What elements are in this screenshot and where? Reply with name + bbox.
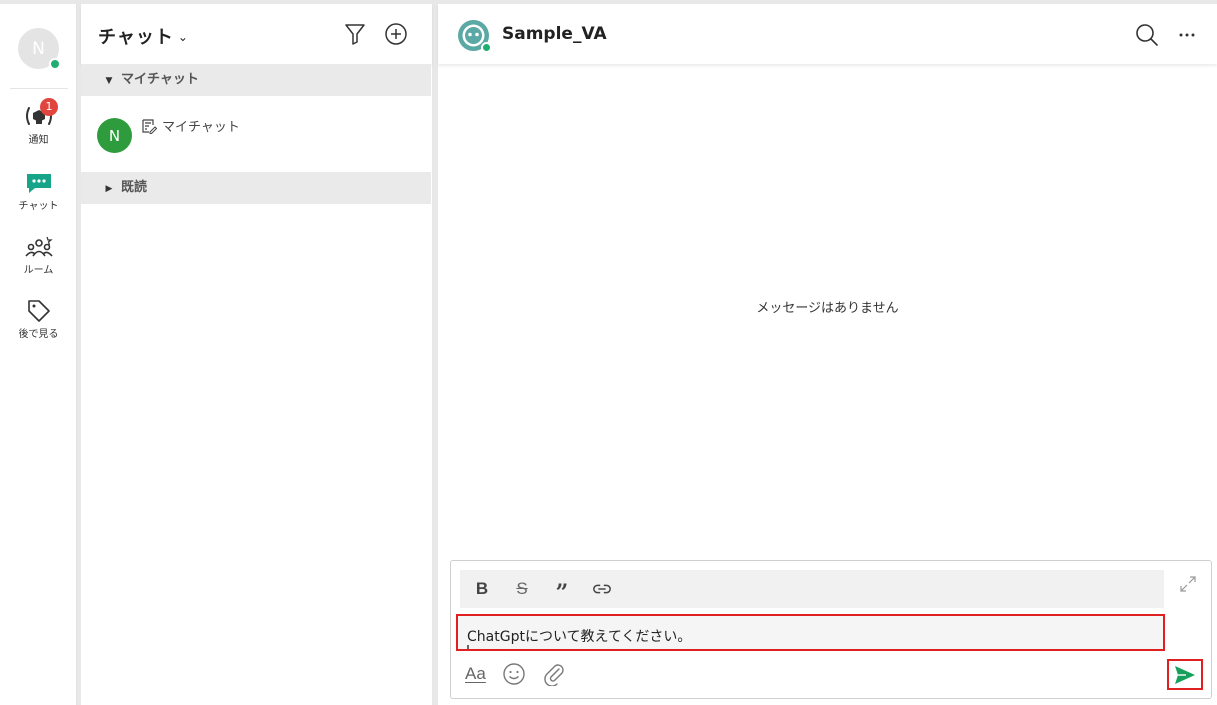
rail-item-label: 通知 xyxy=(28,135,49,146)
message-input-text: ChatGptについて教えてください。 xyxy=(467,629,692,645)
more-icon[interactable] xyxy=(1178,26,1196,44)
emoji-icon[interactable] xyxy=(502,662,526,686)
presence-indicator xyxy=(49,58,61,70)
rail-divider xyxy=(10,88,68,89)
send-icon xyxy=(1175,665,1195,684)
filter-icon[interactable] xyxy=(343,22,367,46)
chat-avatar-initial: N xyxy=(108,126,121,145)
bold-button[interactable]: B xyxy=(472,579,492,599)
message-composer: B S ” ChatGptについて教えてください。 Aa xyxy=(450,560,1212,699)
rail-item-notifications[interactable]: 1 通知 xyxy=(0,98,77,146)
presence-indicator xyxy=(481,42,492,53)
quote-button[interactable]: ” xyxy=(552,579,572,604)
chat-list-panel: チャット ⌄ ▼ マイチャット N マイチャット ▶ 既読 xyxy=(81,4,432,705)
search-icon[interactable] xyxy=(1135,23,1159,47)
chat-list-item[interactable]: N マイチャット xyxy=(81,100,431,172)
rail-item-room[interactable]: ルーム xyxy=(0,236,77,276)
caret-right-icon: ▶ xyxy=(105,184,113,194)
chevron-down-icon: ⌄ xyxy=(177,30,189,44)
composer-bottom-tools: Aa xyxy=(465,662,566,686)
link-icon[interactable] xyxy=(592,579,612,599)
chat-item-name: マイチャット xyxy=(162,120,240,135)
format-toggle-button[interactable]: Aa xyxy=(465,664,486,684)
user-avatar[interactable]: N xyxy=(18,28,61,70)
conversation-header: Sample_VA xyxy=(438,4,1217,64)
section-label: マイチャット xyxy=(121,72,199,87)
memo-icon xyxy=(142,118,157,134)
format-toolbar: B S ” xyxy=(460,570,1164,608)
section-label: 既読 xyxy=(121,180,148,195)
chat-list-header: チャット ⌄ xyxy=(81,4,432,64)
chat-list-title-dropdown[interactable]: チャット ⌄ xyxy=(98,23,189,49)
section-my-chat[interactable]: ▼ マイチャット xyxy=(81,64,431,96)
empty-state-message: メッセージはありません xyxy=(756,301,899,316)
tag-icon xyxy=(27,300,50,322)
room-icon xyxy=(24,236,53,257)
chat-avatar: N xyxy=(97,118,132,153)
section-read[interactable]: ▶ 既読 xyxy=(81,172,431,204)
send-button[interactable] xyxy=(1167,659,1203,690)
message-input[interactable]: ChatGptについて教えてください。 xyxy=(456,614,1165,651)
rail-item-chat[interactable]: チャット xyxy=(0,172,77,212)
expand-icon[interactable] xyxy=(1178,574,1198,594)
rail-item-watch-later[interactable]: 後で見る xyxy=(0,298,77,340)
bot-avatar[interactable] xyxy=(458,20,492,53)
add-chat-icon[interactable] xyxy=(384,22,408,46)
attachment-icon[interactable] xyxy=(542,662,566,686)
user-avatar-initial: N xyxy=(32,38,45,59)
left-rail: N 1 通知 チャット ルーム 後で見る xyxy=(0,4,77,705)
rail-item-label: ルーム xyxy=(23,265,54,276)
conversation-panel: Sample_VA メッセージはありません B S ” ChatGptについて教… xyxy=(438,4,1217,705)
conversation-title: Sample_VA xyxy=(502,24,607,44)
rail-item-label: 後で見る xyxy=(18,329,59,340)
text-caret xyxy=(467,645,469,649)
rail-item-label: チャット xyxy=(18,201,59,212)
caret-down-icon: ▼ xyxy=(105,76,113,86)
chat-list-title: チャット xyxy=(98,27,174,48)
strikethrough-button[interactable]: S xyxy=(512,579,532,599)
chat-item-name-row: マイチャット xyxy=(141,116,240,135)
notification-badge: 1 xyxy=(40,98,58,116)
chat-icon xyxy=(26,174,51,193)
